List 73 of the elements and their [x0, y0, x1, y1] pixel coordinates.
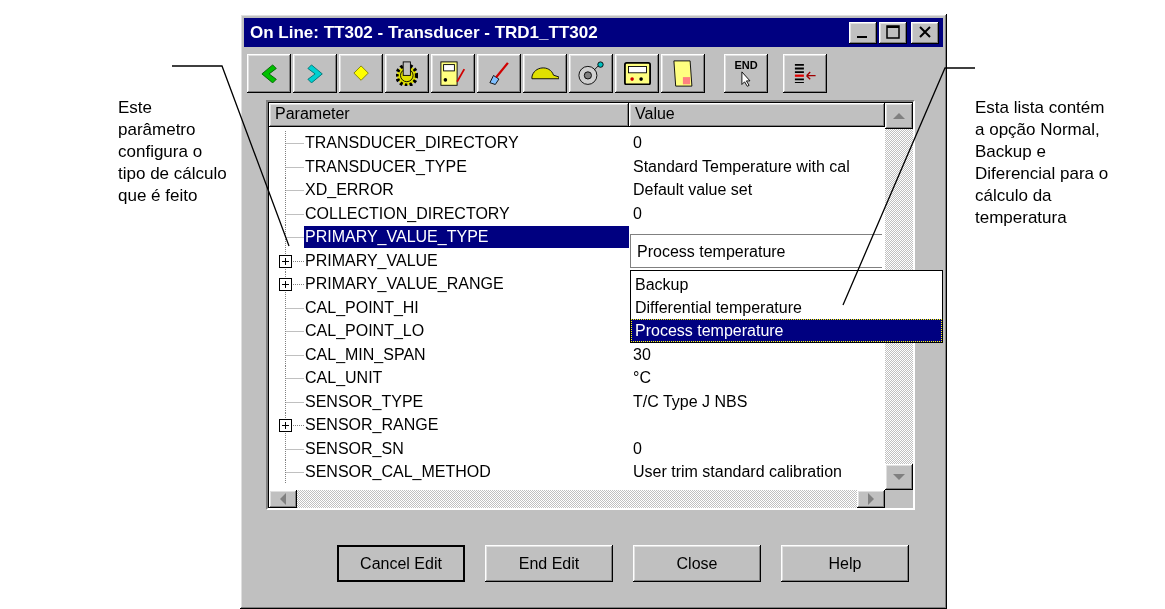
- left-chevron-icon: [260, 63, 278, 84]
- expand-button[interactable]: [277, 248, 304, 273]
- minimize-button[interactable]: [849, 21, 877, 44]
- toolbar-button[interactable]: [523, 54, 567, 93]
- scroll-down-button[interactable]: [885, 464, 913, 490]
- toolbar-button[interactable]: [339, 54, 383, 93]
- parameter-value: 0: [633, 204, 642, 222]
- dropdown-option[interactable]: Differential temperature: [631, 296, 942, 319]
- toolbar-button[interactable]: [247, 54, 291, 93]
- right-chevron-icon: [306, 63, 324, 84]
- toolbar-button[interactable]: [293, 54, 337, 93]
- dialog-button[interactable]: Close: [633, 545, 761, 582]
- annotation-text: Esta lista contém a opção Normal, Backup e Diferencial para o cálculo da temperatura: [975, 97, 1109, 229]
- annotation-text: Este parâmetro configura o tipo de cálculo que é feito: [118, 97, 228, 207]
- maximize-button[interactable]: [879, 21, 907, 44]
- parameter-value: 0: [633, 439, 642, 457]
- dropdown-field[interactable]: Process temperature: [630, 234, 882, 268]
- parameter-name[interactable]: SENSOR_TYPE: [304, 390, 629, 413]
- device-icon: [623, 61, 651, 86]
- bell-icon: [577, 61, 605, 86]
- toolbar-button[interactable]: [661, 54, 705, 93]
- parameter-name[interactable]: PRIMARY_VALUE_RANGE: [304, 273, 629, 295]
- parameter-name[interactable]: COLLECTION_DIRECTORY: [304, 202, 629, 225]
- meter-icon: [440, 60, 466, 87]
- dropdown-option[interactable]: Process temperature: [631, 319, 942, 342]
- parameter-name[interactable]: SENSOR_RANGE: [304, 414, 629, 436]
- parameter-value: °C: [633, 369, 651, 386]
- dialog-button[interactable]: Cancel Edit: [337, 545, 465, 582]
- parameter-name[interactable]: CAL_POINT_HI: [304, 296, 629, 319]
- expand-button[interactable]: [277, 272, 304, 296]
- dialog-button[interactable]: End Edit: [485, 545, 613, 582]
- dialog-button[interactable]: Help: [781, 545, 909, 582]
- toolbar-button[interactable]: [569, 54, 613, 93]
- scroll-up-button[interactable]: [885, 103, 913, 129]
- end-edit-tool-button[interactable]: END: [724, 54, 768, 93]
- list-arrow-icon: [793, 63, 817, 84]
- parameter-value: Default value set: [633, 181, 753, 198]
- toolbar-button[interactable]: [385, 54, 429, 93]
- expand-button[interactable]: [277, 413, 304, 437]
- parameter-name[interactable]: SENSOR_CAL_METHOD: [304, 461, 629, 483]
- gear-icon: [396, 60, 418, 87]
- toolbar-button[interactable]: [615, 54, 659, 93]
- parameter-value: Standard Temperature with cal: [633, 157, 850, 175]
- column-header[interactable]: Value: [629, 103, 885, 127]
- scroll-icon: [673, 60, 693, 87]
- parameter-value: 0: [633, 134, 642, 151]
- scroll-left-button[interactable]: [269, 490, 297, 508]
- window-title: On Line: TT302 - Transducer - TRD1_TT302: [250, 22, 599, 43]
- parameter-value: T/C Type J NBS: [633, 392, 748, 410]
- cursor-icon: [741, 70, 751, 88]
- parameter-name[interactable]: PRIMARY_VALUE: [304, 249, 629, 272]
- horizontal-scrollbar[interactable]: [269, 490, 885, 508]
- dome-icon: [530, 67, 560, 80]
- close-button[interactable]: [911, 21, 939, 44]
- toolbar-button[interactable]: [783, 54, 827, 93]
- scroll-right-button[interactable]: [857, 490, 885, 508]
- toolbar-button[interactable]: [431, 54, 475, 93]
- parameter-name[interactable]: TRANSDUCER_TYPE: [304, 155, 629, 178]
- toolbar-button[interactable]: [477, 54, 521, 93]
- parameter-name[interactable]: SENSOR_SN: [304, 437, 629, 460]
- parameter-name[interactable]: TRANSDUCER_DIRECTORY: [304, 132, 629, 154]
- parameter-value: 30: [633, 345, 651, 363]
- column-header[interactable]: Parameter: [269, 103, 629, 127]
- parameter-name[interactable]: CAL_MIN_SPAN: [304, 343, 629, 366]
- scrollbar-corner: [885, 490, 913, 508]
- parameter-name[interactable]: XD_ERROR: [304, 179, 629, 201]
- parameter-name[interactable]: PRIMARY_VALUE_TYPE: [304, 226, 629, 248]
- parameter-name[interactable]: CAL_UNIT: [304, 367, 629, 389]
- dropdown-option[interactable]: Backup: [631, 273, 942, 296]
- diamond-icon: [352, 65, 370, 82]
- parameter-value: User trim standard calibration: [633, 463, 842, 480]
- parameter-name[interactable]: CAL_POINT_LO: [304, 320, 629, 342]
- pen-icon: [489, 61, 509, 86]
